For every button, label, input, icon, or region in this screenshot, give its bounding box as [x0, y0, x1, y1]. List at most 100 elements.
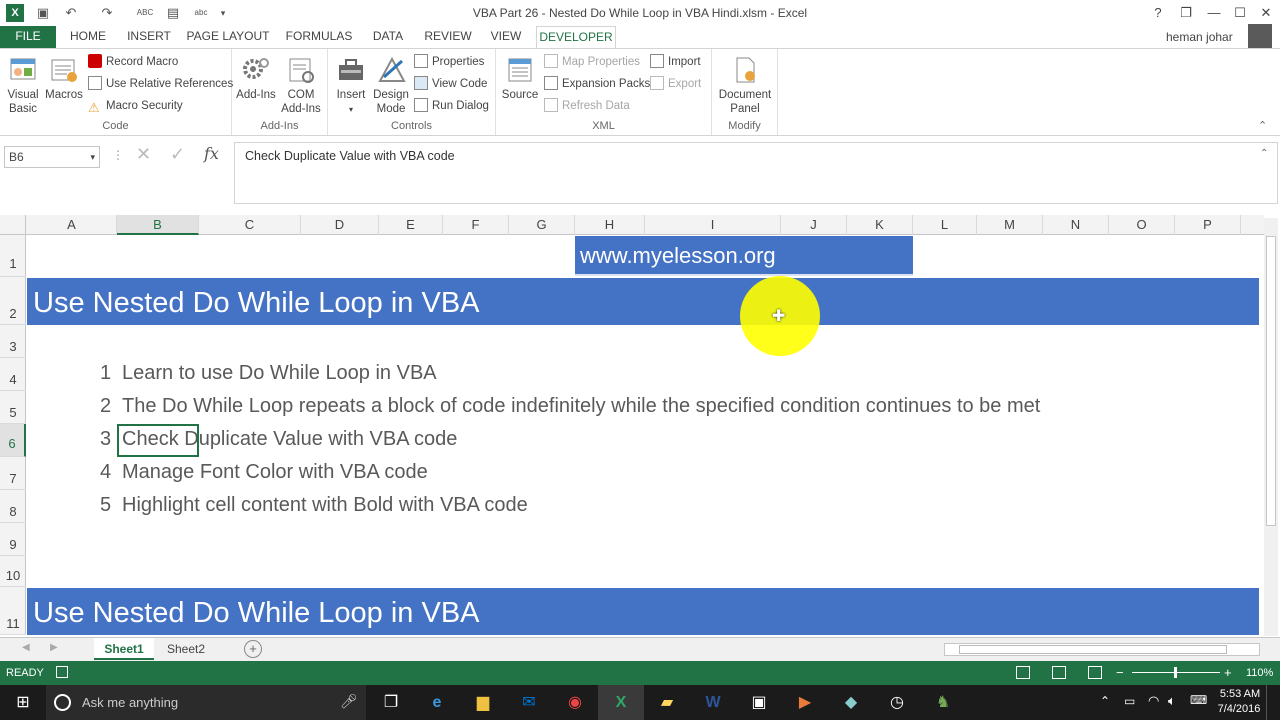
cancel-icon[interactable]: ✕ [136, 144, 151, 165]
column-header-m[interactable]: M [977, 215, 1043, 235]
tab-page-layout[interactable]: PAGE LAYOUT [186, 26, 270, 48]
battery-icon[interactable]: ▭ [1124, 694, 1135, 708]
view-code-button[interactable]: View Code [414, 75, 487, 93]
column-header-g[interactable]: G [509, 215, 575, 235]
row-header-11[interactable]: 11 [0, 587, 26, 635]
store-icon[interactable]: ▣ [736, 685, 782, 720]
help-button[interactable]: ? [1144, 2, 1172, 24]
folder-icon[interactable]: ▰ [644, 685, 690, 720]
import-button[interactable]: Import [650, 53, 701, 71]
chrome-icon[interactable]: ◉ [552, 685, 598, 720]
tab-developer[interactable]: DEVELOPER [536, 26, 616, 49]
cortana-search[interactable]: Ask me anything 🎤︎ [46, 685, 366, 720]
list-item-5-text[interactable]: Highlight cell content with Bold with VB… [122, 494, 528, 517]
relative-references-button[interactable]: Use Relative References [88, 75, 233, 93]
row-header-5[interactable]: 5 [0, 391, 26, 424]
source-button[interactable]: Source [500, 55, 540, 102]
row-header-3[interactable]: 3 [0, 325, 26, 358]
map-properties-button[interactable]: Map Properties [544, 53, 640, 71]
title-banner-2[interactable]: Use Nested Do While Loop in VBA [27, 588, 1259, 635]
expansion-packs-button[interactable]: Expansion Packs [544, 75, 650, 93]
zoom-out-icon[interactable]: − [1116, 665, 1124, 680]
row-header-9[interactable]: 9 [0, 523, 26, 556]
list-item-5-number[interactable]: 5 [100, 494, 111, 517]
active-cell-selection[interactable] [117, 424, 199, 457]
windows-start-icon[interactable]: ⊞ [0, 685, 46, 720]
row-header-8[interactable]: 8 [0, 490, 26, 523]
scroll-left-icon[interactable]: ◀ [22, 642, 30, 653]
ribbon-display-button[interactable]: ❐ [1172, 2, 1200, 24]
microphone-icon[interactable]: 🎤︎ [340, 693, 358, 710]
insert-function-icon[interactable]: fx [204, 144, 219, 163]
tab-insert[interactable]: INSERT [122, 26, 176, 48]
row-header-1[interactable]: 1 [0, 235, 26, 277]
add-ins-button[interactable]: Add-Ins [236, 55, 276, 102]
export-button[interactable]: Export [650, 75, 701, 93]
design-mode-button[interactable]: Design Mode [370, 55, 412, 116]
column-header-i[interactable]: I [645, 215, 781, 235]
run-dialog-button[interactable]: Run Dialog [414, 97, 489, 115]
app-icon[interactable]: ◆ [828, 685, 874, 720]
enter-icon[interactable]: ✓ [170, 144, 185, 165]
com-add-ins-button[interactable]: COM Add-Ins [278, 55, 324, 116]
timer-icon[interactable]: ◷ [874, 685, 920, 720]
column-header-j[interactable]: J [781, 215, 847, 235]
vertical-scrollbar[interactable] [1264, 218, 1278, 636]
minimize-button[interactable]: — [1200, 2, 1228, 24]
column-header-f[interactable]: F [443, 215, 509, 235]
insert-control-button[interactable]: Insert ▾ [332, 55, 370, 117]
column-header-p[interactable]: P [1175, 215, 1241, 235]
column-header-l[interactable]: L [913, 215, 977, 235]
column-header-k[interactable]: K [847, 215, 913, 235]
document-panel-button[interactable]: Document Panel [716, 55, 774, 116]
macro-security-button[interactable]: ⚠ Macro Security [88, 97, 183, 115]
avatar[interactable] [1248, 24, 1272, 48]
expand-formula-icon[interactable]: ⌃ [1260, 148, 1268, 159]
tab-view[interactable]: VIEW [486, 26, 526, 48]
column-header-d[interactable]: D [301, 215, 379, 235]
column-header-b[interactable]: B [117, 215, 199, 235]
collapse-ribbon-icon[interactable]: ⌃ [1258, 119, 1267, 132]
word-icon[interactable]: W [690, 685, 736, 720]
task-view-icon[interactable]: ❐ [368, 685, 414, 720]
refresh-data-button[interactable]: Refresh Data [544, 97, 630, 115]
tab-review[interactable]: REVIEW [420, 26, 476, 48]
horizontal-scrollbar[interactable] [944, 643, 1260, 656]
user-name[interactable]: heman johar [1166, 30, 1233, 44]
zoom-in-icon[interactable]: + [1224, 665, 1232, 680]
column-header-c[interactable]: C [199, 215, 301, 235]
clock-date[interactable]: 7/4/2016 [1214, 703, 1264, 715]
column-header-e[interactable]: E [379, 215, 443, 235]
column-header-o[interactable]: O [1109, 215, 1175, 235]
formula-input[interactable]: Check Duplicate Value with VBA code [234, 142, 1278, 204]
list-item-4-number[interactable]: 4 [100, 461, 111, 484]
scroll-right-icon[interactable]: ▶ [50, 642, 58, 653]
tab-file[interactable]: FILE [0, 26, 56, 48]
zoom-slider-thumb[interactable] [1174, 667, 1177, 678]
row-header-4[interactable]: 4 [0, 358, 26, 391]
column-header-a[interactable]: A [27, 215, 117, 235]
add-sheet-icon[interactable]: + [244, 640, 262, 658]
vertical-scroll-thumb[interactable] [1266, 236, 1276, 526]
list-item-1-number[interactable]: 1 [100, 362, 111, 385]
volume-icon[interactable]: 🔈︎ [1168, 693, 1176, 709]
list-item-3-number[interactable]: 3 [100, 428, 111, 451]
url-cell[interactable]: www.myelesson.org [575, 236, 913, 276]
list-item-1-text[interactable]: Learn to use Do While Loop in VBA [122, 362, 437, 385]
tab-formulas[interactable]: FORMULAS [282, 26, 356, 48]
tab-data[interactable]: DATA [368, 26, 408, 48]
normal-view-icon[interactable] [1016, 666, 1030, 679]
row-header-2[interactable]: 2 [0, 277, 26, 325]
tab-home[interactable]: HOME [64, 26, 112, 48]
horizontal-scroll-thumb[interactable] [959, 645, 1227, 654]
wifi-icon[interactable]: ◠ [1148, 693, 1159, 709]
tray-chevron-icon[interactable]: ⌃ [1100, 694, 1110, 708]
close-button[interactable]: ✕ [1252, 2, 1280, 24]
page-break-view-icon[interactable] [1088, 666, 1102, 679]
column-header-h[interactable]: H [575, 215, 645, 235]
keyboard-icon[interactable]: ⌨ [1190, 693, 1207, 707]
row-header-7[interactable]: 7 [0, 457, 26, 490]
row-header-6[interactable]: 6 [0, 424, 26, 457]
record-macro-button[interactable]: Record Macro [88, 53, 178, 71]
macros-button[interactable]: Macros [44, 55, 84, 102]
